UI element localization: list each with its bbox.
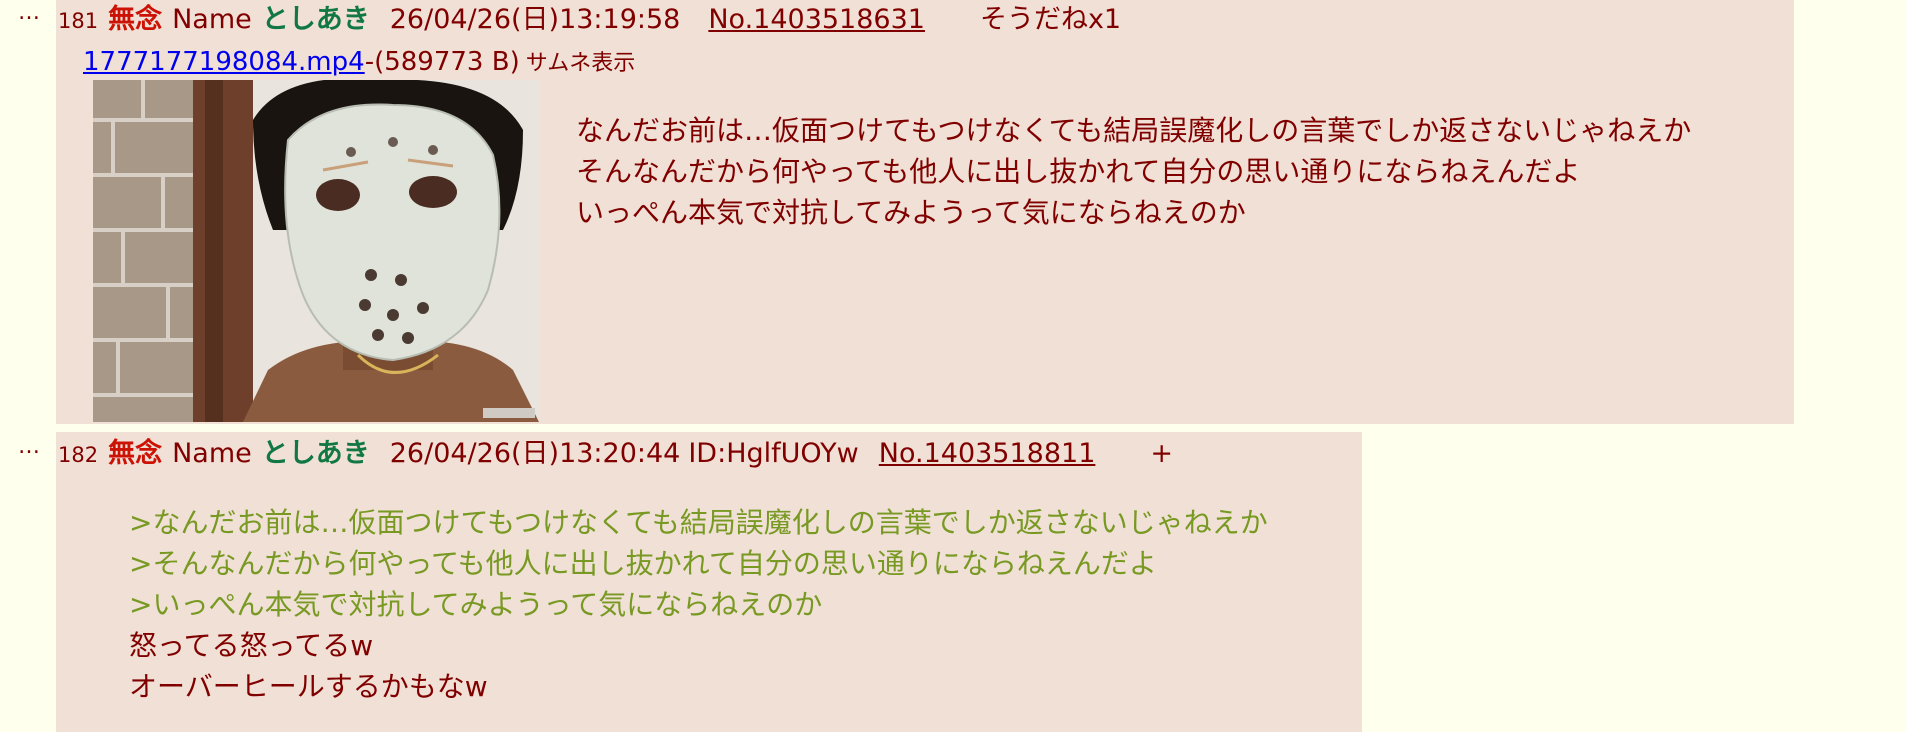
file-link[interactable]: 1777177198084.mp4 [83, 47, 365, 77]
thumbnail-toggle[interactable]: サムネ表示 [526, 51, 636, 76]
comment-line: いっぺん本気で対抗してみようって気にならねえのか [576, 196, 1246, 229]
post-subject: 無念 [108, 4, 163, 35]
post-menu-icon[interactable]: … [18, 434, 41, 459]
post-body: >なんだお前は…仮面つけてもつけなくても結局誤魔化しの言葉でしか返さないじゃねえ… [129, 502, 1268, 707]
comment-line: 怒ってる怒ってるw [129, 629, 374, 662]
comment-line: そんなんだから何やっても他人に出し抜かれて自分の思い通りにならねえんだよ [576, 155, 1581, 188]
reply-182: 182 無念 Name としあき 26/04/26(日)13:20:44 ID:HglfU… [56, 432, 1362, 732]
quote-line: >なんだお前は…仮面つけてもつけなくても結局誤魔化しの言葉でしか返さないじゃねえ… [129, 506, 1268, 539]
post-header: 182 無念 Name としあき 26/04/26(日)13:20:44 ID:HglfU… [58, 434, 1173, 474]
poster-name: としあき [261, 4, 370, 35]
name-label: Name [172, 438, 252, 469]
sodane-button[interactable]: そうだねx1 [980, 4, 1121, 35]
name-label: Name [172, 4, 252, 35]
masked-person-image [93, 80, 539, 422]
reply-181: 181 無念 Name としあき 26/04/26(日)13:19:58 No.14035… [56, 0, 1794, 424]
quote-line: >いっぺん本気で対抗してみようって気にならねえのか [129, 588, 823, 621]
poster-id: ID:HglfUOYw [688, 438, 859, 469]
thread-page: … 181 無念 Name としあき 26/04/26(日)13:19:58 No.140… [0, 0, 1906, 732]
sodane-button[interactable]: + [1150, 438, 1173, 469]
post-datetime: 26/04/26(日)13:20:44 [389, 438, 681, 469]
file-size: -(589773 B) [364, 47, 520, 77]
file-info: 1777177198084.mp4-(589773 B) サムネ表示 [83, 44, 635, 82]
quote-line: >そんなんだから何やっても他人に出し抜かれて自分の思い通りにならねえんだよ [129, 547, 1157, 580]
post-number-link[interactable]: No.1403518631 [708, 4, 925, 35]
poster-name: としあき [261, 438, 370, 469]
post-datetime: 26/04/26(日)13:19:58 [389, 4, 681, 35]
post-subject: 無念 [108, 438, 163, 469]
post-index: 182 [58, 443, 99, 467]
video-thumbnail[interactable] [93, 80, 539, 422]
post-index: 181 [58, 9, 99, 33]
post-header: 181 無念 Name としあき 26/04/26(日)13:19:58 No.14035… [58, 0, 1121, 40]
post-menu-icon[interactable]: … [18, 0, 41, 25]
comment-line: オーバーヒールするかもなw [129, 670, 488, 703]
comment-line: なんだお前は…仮面つけてもつけなくても結局誤魔化しの言葉でしか返さないじゃねえか [576, 114, 1692, 147]
post-body: なんだお前は…仮面つけてもつけなくても結局誤魔化しの言葉でしか返さないじゃねえか… [576, 110, 1691, 233]
post-number-link[interactable]: No.1403518811 [879, 438, 1096, 469]
